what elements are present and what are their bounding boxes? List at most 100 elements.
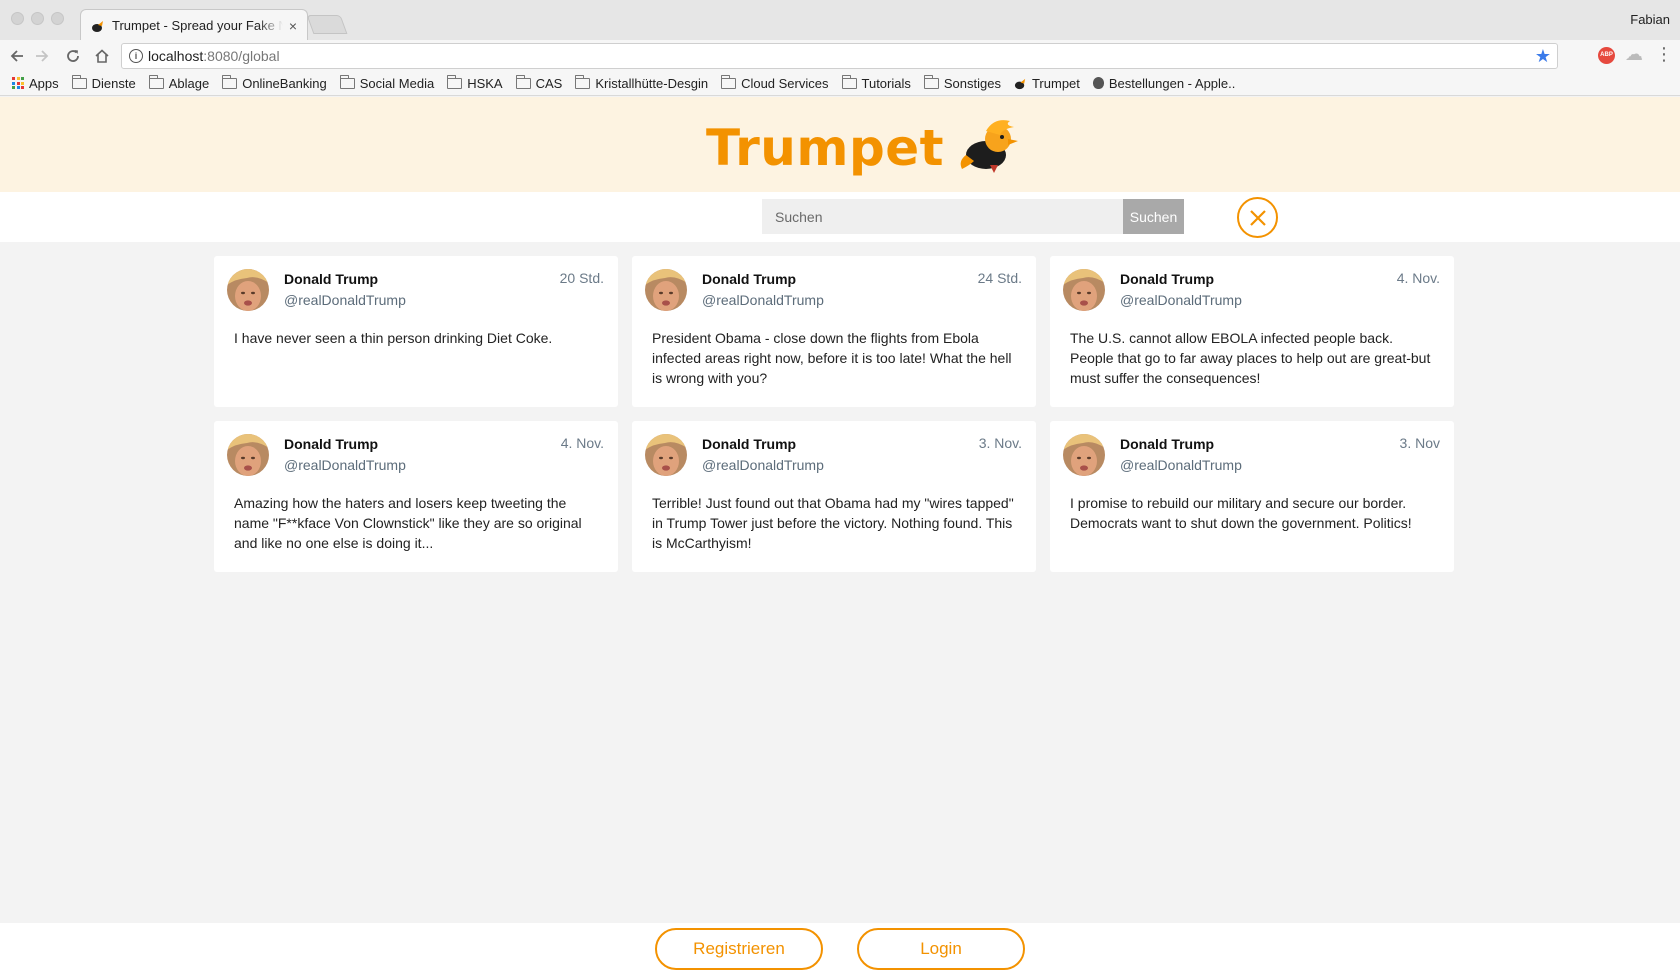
trumpet-logo[interactable]: Trumpet bbox=[706, 117, 1020, 178]
adblock-extension-icon[interactable]: ABP bbox=[1598, 47, 1615, 64]
author-name[interactable]: Donald Trump bbox=[702, 436, 796, 452]
author-name[interactable]: Donald Trump bbox=[284, 436, 378, 452]
folder-icon bbox=[71, 74, 87, 89]
window-zoom-button[interactable] bbox=[51, 12, 64, 25]
browser-toolbar: i localhost:8080/global ★ ABP ☁ ⋮ bbox=[0, 40, 1680, 71]
browser-tab-active[interactable]: Trumpet - Spread your Fake News × bbox=[80, 9, 308, 41]
reload-icon[interactable] bbox=[62, 45, 84, 67]
window-minimize-button[interactable] bbox=[31, 12, 44, 25]
folder-icon bbox=[447, 74, 463, 89]
bookmark-item[interactable]: Ablage bbox=[148, 74, 209, 91]
post-card[interactable]: Donald Trump @realDonaldTrump 24 Std. Presi… bbox=[632, 256, 1036, 407]
post-text: Terrible! Just found out that Obama had … bbox=[652, 495, 1014, 551]
avatar[interactable] bbox=[1063, 269, 1105, 311]
post-card[interactable]: Donald Trump @realDonaldTrump 4. Nov. The U… bbox=[1050, 256, 1454, 407]
post-text: I have never seen a thin person drinking… bbox=[234, 330, 553, 346]
post-timestamp: 24 Std. bbox=[977, 270, 1022, 286]
post-card[interactable]: Donald Trump @realDonaldTrump 3. Nov. Terri… bbox=[632, 421, 1036, 572]
avatar[interactable] bbox=[1063, 434, 1105, 476]
folder-icon bbox=[923, 74, 939, 89]
bookmark-label: Apps bbox=[29, 75, 59, 91]
post-timestamp: 4. Nov. bbox=[1396, 270, 1440, 286]
folder-icon bbox=[222, 74, 238, 89]
author-handle[interactable]: @realDonaldTrump bbox=[284, 292, 406, 308]
forward-icon[interactable] bbox=[31, 45, 53, 67]
avatar[interactable] bbox=[227, 434, 269, 476]
folder-icon bbox=[721, 74, 737, 89]
back-icon[interactable] bbox=[6, 45, 28, 67]
post-timestamp: 3. Nov. bbox=[978, 435, 1022, 451]
bookmark-item[interactable]: OnlineBanking bbox=[222, 74, 327, 91]
logo-text: Trumpet bbox=[706, 118, 945, 177]
bookmark-item[interactable]: Bestellungen - Apple.. bbox=[1092, 75, 1236, 91]
post-timestamp: 4. Nov. bbox=[560, 435, 604, 451]
bookmark-item[interactable]: Tutorials bbox=[841, 74, 911, 91]
search-bar: Suchen bbox=[0, 192, 1680, 242]
browser-menu-icon[interactable]: ⋮ bbox=[1655, 44, 1673, 65]
apps-grid-icon bbox=[12, 77, 24, 89]
bookmark-item[interactable]: Sonstiges bbox=[923, 74, 1001, 91]
bookmark-item[interactable]: CAS bbox=[515, 74, 562, 91]
bookmark-label: Kristallhütte-Desgin bbox=[595, 75, 709, 91]
home-icon[interactable] bbox=[91, 45, 113, 67]
author-name[interactable]: Donald Trump bbox=[284, 271, 378, 287]
bookmark-item[interactable]: Apps bbox=[12, 76, 59, 91]
address-bar[interactable]: i localhost:8080/global ★ bbox=[121, 43, 1558, 69]
author-name[interactable]: Donald Trump bbox=[702, 271, 796, 287]
site-info-icon[interactable]: i bbox=[129, 49, 143, 63]
bookmark-star-icon[interactable]: ★ bbox=[1535, 46, 1551, 67]
bookmark-item[interactable]: HSKA bbox=[447, 74, 503, 91]
bookmark-item[interactable]: Social Media bbox=[339, 74, 435, 91]
search-button[interactable]: Suchen bbox=[1123, 199, 1184, 234]
cloud-extension-icon[interactable]: ☁ bbox=[1625, 44, 1643, 65]
post-text: President Obama - close down the flights… bbox=[652, 330, 1012, 386]
tab-title: Trumpet - Spread your Fake News bbox=[112, 18, 283, 33]
bookmark-label: Dienste bbox=[91, 75, 136, 91]
post-text: I promise to rebuild our military and se… bbox=[1070, 495, 1412, 531]
url-host: localhost bbox=[148, 48, 204, 64]
login-button[interactable]: Login bbox=[857, 928, 1025, 970]
author-handle[interactable]: @realDonaldTrump bbox=[702, 457, 824, 473]
trump-bird-icon bbox=[956, 117, 1020, 178]
bookmark-label: Cloud Services bbox=[741, 75, 829, 91]
author-handle[interactable]: @realDonaldTrump bbox=[284, 457, 406, 473]
window-close-button[interactable] bbox=[11, 12, 24, 25]
folder-icon bbox=[841, 74, 857, 89]
author-handle[interactable]: @realDonaldTrump bbox=[1120, 457, 1242, 473]
footer: Registrieren Login bbox=[0, 923, 1680, 974]
bookmark-item[interactable]: Cloud Services bbox=[721, 74, 829, 91]
author-name[interactable]: Donald Trump bbox=[1120, 436, 1214, 452]
avatar[interactable] bbox=[645, 269, 687, 311]
profile-name[interactable]: Fabian bbox=[1630, 12, 1670, 27]
new-tab-button[interactable] bbox=[306, 15, 348, 34]
post-text: Amazing how the haters and losers keep t… bbox=[234, 495, 582, 551]
post-card[interactable]: Donald Trump @realDonaldTrump 20 Std. I hav… bbox=[214, 256, 618, 407]
close-icon[interactable] bbox=[1237, 197, 1278, 238]
bookmark-label: Bestellungen - Apple.. bbox=[1108, 75, 1236, 91]
bookmark-item[interactable]: Dienste bbox=[71, 74, 136, 91]
bookmark-label: Trumpet bbox=[1031, 75, 1080, 91]
avatar[interactable] bbox=[645, 434, 687, 476]
trumpet-favicon-icon bbox=[91, 19, 105, 33]
bookmark-label: Social Media bbox=[359, 75, 435, 91]
search-input[interactable] bbox=[762, 199, 1124, 234]
browser-tab-bar: Trumpet - Spread your Fake News × Fabian bbox=[0, 0, 1680, 41]
author-handle[interactable]: @realDonaldTrump bbox=[702, 292, 824, 308]
bookmark-item[interactable]: Kristallhütte-Desgin bbox=[575, 74, 709, 91]
folder-icon bbox=[575, 74, 591, 89]
folder-icon bbox=[515, 74, 531, 89]
bookmark-label: Sonstiges bbox=[943, 75, 1001, 91]
author-handle[interactable]: @realDonaldTrump bbox=[1120, 292, 1242, 308]
bookmark-item[interactable]: Trumpet bbox=[1014, 76, 1080, 91]
trumpet-favicon-icon bbox=[1014, 77, 1027, 90]
avatar[interactable] bbox=[227, 269, 269, 311]
bookmark-label: OnlineBanking bbox=[242, 75, 327, 91]
author-name[interactable]: Donald Trump bbox=[1120, 271, 1214, 287]
tab-close-icon[interactable]: × bbox=[289, 18, 297, 34]
post-card[interactable]: Donald Trump @realDonaldTrump 4. Nov. Amazi… bbox=[214, 421, 618, 572]
post-text: The U.S. cannot allow EBOLA infected peo… bbox=[1070, 330, 1431, 386]
post-card[interactable]: Donald Trump @realDonaldTrump 3. Nov I prom… bbox=[1050, 421, 1454, 572]
site-header: Trumpet bbox=[0, 97, 1680, 192]
register-button[interactable]: Registrieren bbox=[655, 928, 823, 970]
folder-icon bbox=[339, 74, 355, 89]
